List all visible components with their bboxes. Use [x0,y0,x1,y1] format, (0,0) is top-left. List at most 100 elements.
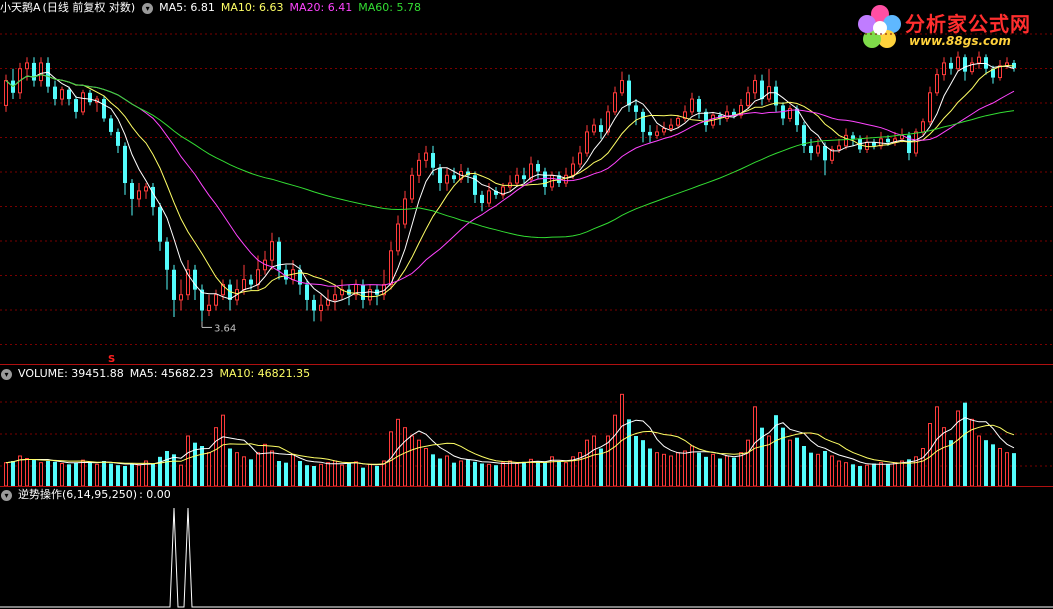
candle-body [928,92,932,123]
candle-body [809,145,813,154]
volume-bar [704,456,708,486]
candle-body [144,186,148,192]
candle-body [746,92,750,106]
candle-body [179,294,183,301]
candle-body [620,80,624,94]
candle-body [564,174,568,184]
candle-body [648,131,652,136]
volume-bar [165,451,169,486]
candle-body [53,86,57,100]
candle-body [312,299,316,311]
chevron-down-icon[interactable]: ▾ [142,2,154,14]
volume-bar [564,462,568,486]
volume-ma5-line [5,417,1015,466]
candle-body [935,74,939,94]
volume-bar [270,450,274,486]
volume-bar [235,452,239,486]
candle-body [921,121,925,133]
candle-body [942,62,946,76]
volume-bar [739,452,743,486]
volume-bar [445,455,449,486]
candle-body [158,207,162,242]
volume-bar [753,406,757,486]
candle-body [417,159,421,176]
candle-body [270,241,274,261]
candle-body [123,145,127,184]
candle-body [4,80,8,106]
candle-body [431,153,435,168]
volume-chart [0,393,1053,486]
candle-body [851,135,855,139]
ma60-label: MA60: 5.78 [358,1,421,14]
volume-bar [221,414,225,486]
candle-body [214,294,218,306]
volume-bar [669,455,673,486]
volume-bar [361,467,365,486]
volume-bar [522,461,526,486]
volume-bar [39,462,43,486]
volume-bar [333,460,337,486]
candle-body [116,131,120,146]
volume-bar [536,461,540,486]
candle-body [690,98,694,113]
candle-body [886,138,890,143]
volume-bar [284,462,288,486]
candle-body [543,171,547,187]
candle-body [256,269,260,286]
candle-body [641,111,645,132]
volume-bar [319,463,323,486]
volume-bar [291,453,295,486]
candle-body [172,269,176,300]
volume-bar [683,450,687,486]
volume-bar [81,459,85,486]
candle-body [452,175,456,180]
volume-label: VOLUME: 39451.88 [18,367,124,380]
candle-body [536,164,540,172]
candle-body [88,92,92,103]
stock-name: 小天鹅A [0,1,41,14]
candle-body [368,289,372,301]
volume-bar [25,458,29,486]
ma5-label: MA5: 6.81 [159,1,215,14]
candle-body [445,174,449,184]
candle-body [984,57,988,69]
volume-bar [921,448,925,486]
volume-bar [935,406,939,486]
indicator-pane-header: ▾ 逆势操作(6,14,95,250): 0.00 [0,487,177,503]
candle-body [823,145,827,161]
volume-bar [879,462,883,486]
volume-bar [102,461,106,486]
volume-bar [949,440,953,486]
candle-body [165,241,169,270]
volume-bar [858,466,862,486]
volume-bar [893,462,897,486]
indicator-label: 逆势操作(6,14,95,250) [18,488,138,501]
candle-body [592,124,596,133]
volume-bar [438,458,442,486]
candle-body [669,124,673,130]
volume-bar [529,458,533,486]
volume-bar [375,466,379,486]
candle-body [102,99,106,119]
chevron-down-icon[interactable]: ▾ [1,368,12,380]
candle-body [487,190,491,204]
volume-bar [326,462,330,486]
candle-body [284,269,288,280]
volume-bar [473,461,477,486]
volume-bar [515,463,519,486]
volume-bar [459,460,463,486]
volume-bar [830,455,834,486]
volume-bar [641,440,645,486]
indicator-value: : 0.00 [139,488,171,501]
volume-bar [109,463,113,486]
candle-body [802,125,806,146]
chevron-down-icon[interactable]: ▾ [1,489,12,501]
candle-body [81,92,85,113]
candle-body [676,117,680,126]
candle-body [109,118,113,132]
indicator-chart [0,507,1053,608]
volume-bar [900,460,904,486]
volume-pane-header: ▾ VOLUME: 39451.88 MA5: 45682.23 MA10: 4682… [0,366,316,382]
volume-bar [11,461,15,486]
candle-body [662,128,666,133]
